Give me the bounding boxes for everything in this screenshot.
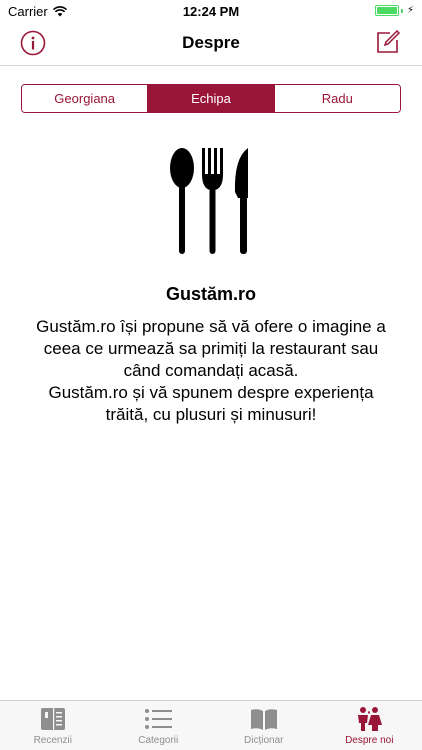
people-icon	[358, 707, 383, 731]
page-title: Despre	[182, 33, 240, 52]
status-time: 12:24 PM	[182, 4, 240, 19]
cutlery-icon	[170, 148, 248, 254]
content-title: Gustăm.ro	[165, 284, 257, 304]
charging-icon: ⚡	[406, 5, 414, 16]
navigation-bar: Despre	[0, 22, 422, 66]
status-bar: Carrier 12:24 PM ⚡	[0, 0, 422, 22]
tab-despre-noi[interactable]: Despre noi	[317, 701, 422, 750]
menu-book-icon	[40, 708, 65, 730]
segment-radu[interactable]: Radu	[273, 85, 400, 112]
tab-label-dictionar: Dicționar	[244, 735, 284, 746]
list-icon	[145, 709, 173, 729]
tab-categorii[interactable]: Categorii	[106, 701, 212, 750]
battery-icon	[374, 5, 399, 16]
content-description: Gustăm.ro își propune să vă ofere o imag…	[36, 317, 386, 424]
segment-echipa[interactable]: Echipa	[147, 85, 274, 112]
segmented-control: Georgiana Echipa Radu	[21, 84, 401, 113]
tab-recenzii[interactable]: Recenzii	[0, 701, 106, 750]
battery-indicator: ⚡	[374, 5, 414, 16]
tab-label-recenzii: Recenzii	[33, 735, 72, 746]
segment-georgiana[interactable]: Georgiana	[22, 85, 148, 112]
tab-dictionar[interactable]: Dicționar	[211, 701, 317, 750]
tab-bar: Recenzii Categorii Dicționar Despre noi	[0, 700, 422, 750]
compose-icon[interactable]	[374, 28, 402, 56]
open-book-icon	[250, 709, 277, 730]
tab-label-despre-noi: Despre noi	[345, 735, 394, 746]
tab-label-categorii: Categorii	[138, 735, 179, 746]
